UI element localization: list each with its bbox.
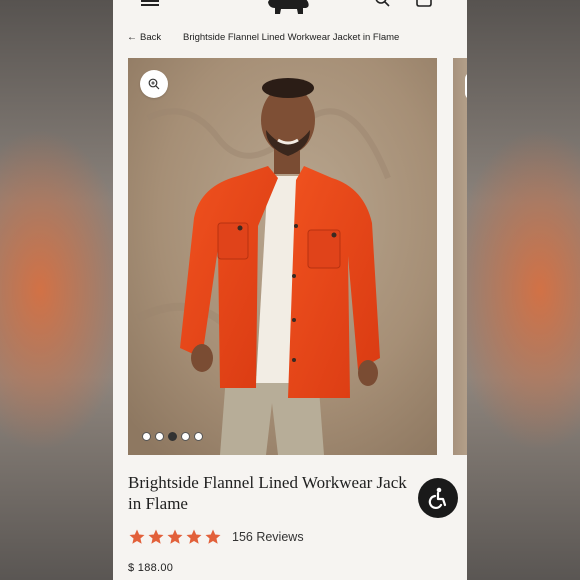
hamburger-menu-icon[interactable]	[141, 0, 159, 6]
zoom-in-icon	[148, 78, 160, 90]
gallery-dot[interactable]	[181, 432, 190, 441]
star-icon	[129, 529, 145, 544]
breadcrumb: ← Back Brightside Flannel Lined Workwear…	[127, 30, 399, 44]
star-icon	[205, 529, 221, 544]
product-page: ← Back Brightside Flannel Lined Workwear…	[113, 0, 467, 580]
gallery-dot[interactable]	[194, 432, 203, 441]
bear-logo-icon[interactable]	[265, 0, 311, 16]
gallery-dot[interactable]	[155, 432, 164, 441]
cart-icon[interactable]	[415, 0, 433, 8]
next-gallery-slide[interactable]	[453, 58, 467, 455]
star-icon	[186, 529, 202, 544]
next-slide-zoom-button[interactable]	[465, 72, 467, 100]
zoom-button[interactable]	[140, 70, 168, 98]
accessibility-icon	[428, 487, 447, 510]
product-image-gallery[interactable]	[128, 58, 437, 455]
star-icon	[148, 529, 164, 544]
accessibility-button[interactable]	[418, 478, 458, 518]
product-rating[interactable]: 156 Reviews	[128, 528, 304, 546]
top-navigation	[113, 0, 467, 18]
breadcrumb-current: Brightside Flannel Lined Workwear Jacket…	[183, 31, 400, 43]
gallery-pagination	[142, 432, 203, 441]
gallery-dot-active[interactable]	[168, 432, 177, 441]
reviews-link[interactable]: 156 Reviews	[232, 530, 304, 544]
star-rating	[128, 528, 222, 546]
product-title: Brightside Flannel Lined Workwear Jack i…	[128, 473, 407, 513]
back-arrow-icon: ←	[127, 31, 137, 43]
product-image[interactable]	[128, 58, 437, 455]
search-icon[interactable]	[375, 0, 391, 8]
star-icon	[167, 529, 183, 544]
back-link[interactable]: ← Back	[127, 32, 161, 43]
gallery-dot[interactable]	[142, 432, 151, 441]
product-price: $ 188.00	[128, 562, 174, 574]
back-label: Back	[140, 31, 162, 43]
